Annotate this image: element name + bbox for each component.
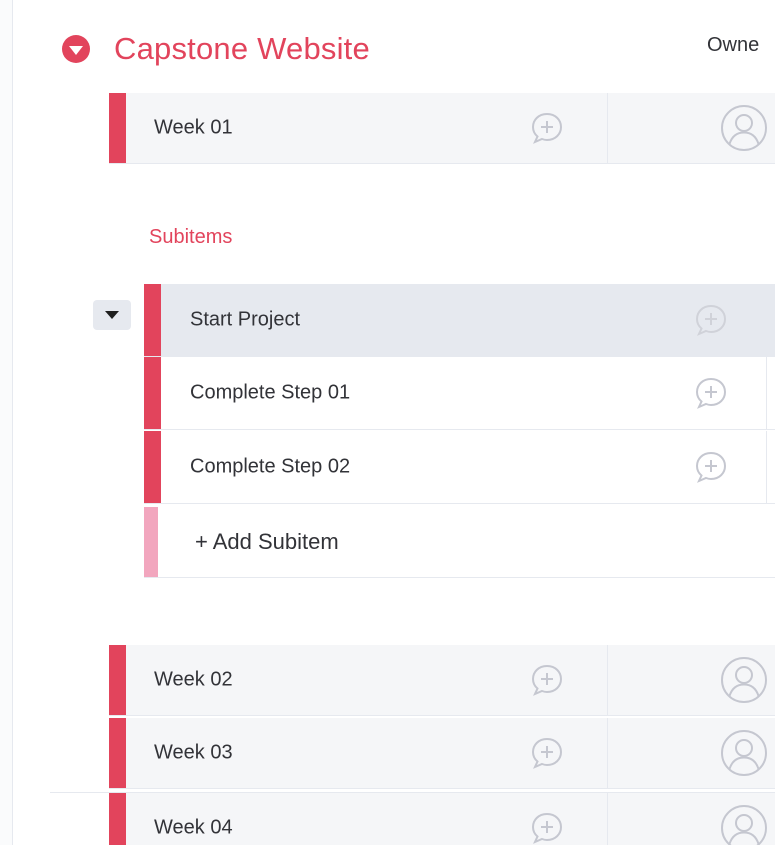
subitem-color-bar — [144, 284, 161, 356]
add-subitem-row[interactable]: + Add Subitem — [144, 507, 775, 578]
person-avatar-icon[interactable] — [720, 804, 768, 845]
item-name-cell[interactable]: Week 01 — [126, 93, 608, 163]
item-color-bar — [109, 718, 126, 788]
chevron-down-circle-icon[interactable] — [62, 35, 90, 63]
item-name-cell[interactable]: Week 03 — [126, 718, 608, 788]
subitems-label: Subitems — [149, 226, 233, 248]
item-row[interactable]: Week 01 — [109, 93, 775, 164]
add-update-bubble-icon[interactable] — [693, 449, 729, 485]
item-name[interactable]: Week 02 — [154, 669, 233, 692]
owner-cell[interactable] — [608, 645, 775, 715]
item-name-cell[interactable]: Week 04 — [126, 793, 608, 845]
caret-down-icon[interactable] — [93, 300, 131, 330]
owner-cell[interactable] — [608, 718, 775, 788]
subitem-name-cell[interactable]: Start Project — [161, 284, 767, 356]
item-color-bar — [109, 793, 126, 845]
person-avatar-icon[interactable] — [720, 729, 768, 777]
add-update-bubble-icon[interactable] — [693, 302, 729, 338]
item-name[interactable]: Week 04 — [154, 817, 233, 840]
subitem-name-cell[interactable]: Complete Step 01 — [161, 357, 767, 429]
subitem-color-bar — [144, 431, 161, 503]
add-subitem-button[interactable]: + Add Subitem — [195, 529, 339, 555]
subitem-name[interactable]: Start Project — [190, 309, 300, 332]
left-rail — [0, 0, 13, 845]
subitem-name-cell[interactable]: Complete Step 02 — [161, 431, 767, 503]
caret-triangle — [105, 311, 119, 319]
group-header: Capstone Website — [62, 26, 370, 72]
add-subitem-color-bar — [144, 507, 158, 577]
item-row[interactable]: Week 02 — [109, 645, 775, 716]
item-color-bar — [109, 93, 126, 163]
add-update-bubble-icon[interactable] — [529, 662, 565, 698]
subitem-row[interactable]: Complete Step 01 — [144, 357, 775, 430]
person-avatar-icon[interactable] — [720, 104, 768, 152]
item-name-cell[interactable]: Week 02 — [126, 645, 608, 715]
owner-cell[interactable] — [608, 793, 775, 845]
group-title[interactable]: Capstone Website — [114, 31, 370, 67]
add-update-bubble-icon[interactable] — [529, 810, 565, 845]
subitem-color-bar — [144, 357, 161, 429]
subitem-name[interactable]: Complete Step 01 — [190, 382, 350, 405]
item-color-bar — [109, 645, 126, 715]
owner-column-header[interactable]: Owne — [707, 34, 759, 57]
person-avatar-icon[interactable] — [720, 656, 768, 704]
owner-cell[interactable] — [608, 93, 775, 163]
add-update-bubble-icon[interactable] — [693, 375, 729, 411]
subitem-name[interactable]: Complete Step 02 — [190, 456, 350, 479]
add-update-bubble-icon[interactable] — [529, 110, 565, 146]
item-row[interactable]: Week 04 — [109, 793, 775, 845]
subitem-row[interactable]: Start Project — [144, 284, 775, 357]
subitem-row[interactable]: Complete Step 02 — [144, 431, 775, 504]
collapse-triangle — [69, 46, 83, 55]
board-page: Capstone Website Owne Week 01 Subitems S… — [0, 0, 775, 845]
item-row[interactable]: Week 03 — [109, 718, 775, 789]
item-name[interactable]: Week 01 — [154, 117, 233, 140]
add-update-bubble-icon[interactable] — [529, 735, 565, 771]
item-name[interactable]: Week 03 — [154, 742, 233, 765]
